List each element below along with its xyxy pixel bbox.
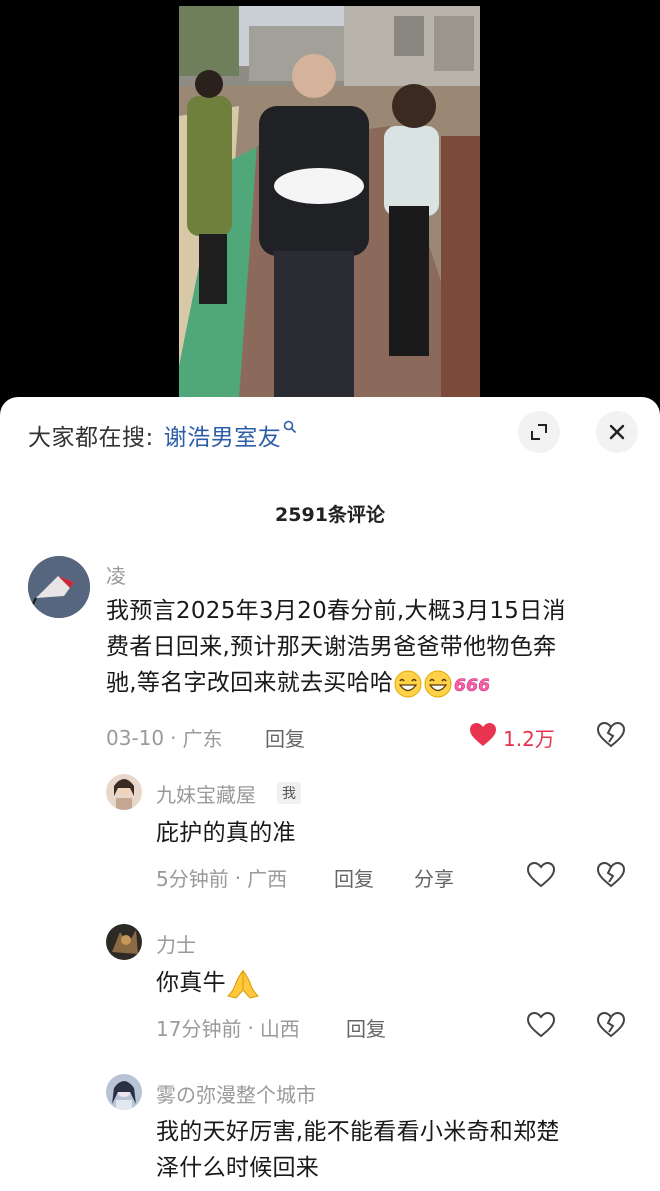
comment-text-line: 我的天好厉害,能不能看看小米奇和郑楚 — [156, 1119, 560, 1145]
comment-username[interactable]: 凌 — [106, 560, 126, 589]
comment-text: 我的天好厉害,能不能看看小米奇和郑楚 泽什么时候回来 — [156, 1114, 646, 1186]
comment-count: 2591条评论 — [275, 504, 385, 526]
comment-text: 我预言2025年3月20春分前,大概3月15日消 费者日回来,预计那天谢浩男爸爸… — [106, 593, 646, 701]
close-button[interactable] — [596, 411, 638, 453]
close-icon — [609, 424, 625, 440]
comment-sheet: 大家都在搜: 谢浩男室友 2591条评论 凌 我预言2025年3月20春分前,大… — [0, 397, 660, 1191]
comment-text-line-content: 驰,等名字改回来就去买哈哈 — [106, 670, 394, 696]
avatar-image — [28, 556, 90, 618]
trending-search[interactable]: 大家都在搜: 谢浩男室友 — [28, 419, 297, 451]
avatar-image — [106, 1074, 142, 1110]
666-emoji: 666 — [454, 675, 489, 696]
me-badge: 我 — [277, 782, 301, 804]
comment-date: 03-10 — [106, 725, 165, 750]
share-button[interactable]: 分享 — [414, 863, 454, 892]
video-player[interactable] — [179, 6, 480, 398]
comment-location: 山西 — [259, 1017, 300, 1041]
broken-heart-icon[interactable] — [597, 722, 625, 748]
avatar[interactable] — [106, 924, 142, 960]
comment-time: 17分钟前 — [156, 1017, 242, 1041]
comment-username[interactable]: 九妹宝藏屋 — [156, 779, 256, 808]
broken-heart-icon[interactable] — [597, 862, 625, 888]
comment-meta: 03-10 · 广东 — [106, 723, 222, 752]
comment-text-line: 费者日回来,预计那天谢浩男爸爸带他物色奔 — [106, 634, 557, 660]
comment-time: 5分钟前 — [156, 867, 229, 891]
heart-icon[interactable] — [527, 1012, 555, 1038]
comment-username[interactable]: 力士 — [156, 929, 196, 958]
comment-text-line: 我预言2025年3月20春分前,大概3月15日消 — [106, 598, 566, 624]
expand-button[interactable] — [518, 411, 560, 453]
avatar[interactable] — [106, 1074, 142, 1110]
search-icon — [283, 420, 297, 434]
comment-text-line: 驰,等名字改回来就去买哈哈 666 — [106, 665, 646, 701]
heart-icon[interactable] — [469, 722, 497, 748]
comment-location: 广西 — [247, 867, 288, 891]
broken-heart-icon[interactable] — [597, 1012, 625, 1038]
comment-text: 你真牛 — [156, 965, 260, 1001]
avatar-image — [106, 924, 142, 960]
video-frame — [179, 6, 480, 398]
reply-button[interactable]: 回复 — [334, 863, 374, 892]
comment-text-content: 你真牛 — [156, 970, 226, 996]
heart-icon[interactable] — [527, 862, 555, 888]
comment-username[interactable]: 雾の弥漫整个城市 — [156, 1079, 316, 1108]
comment-meta: 17分钟前 · 山西 — [156, 1013, 300, 1042]
avatar-image — [106, 774, 142, 810]
avatar[interactable] — [106, 774, 142, 810]
reply-button[interactable]: 回复 — [265, 723, 305, 752]
grin-emoji — [424, 670, 452, 697]
comment-text: 庇护的真的准 — [156, 820, 296, 846]
svg-text:666: 666 — [454, 676, 489, 696]
pray-emoji — [226, 969, 259, 999]
comment-meta: 5分钟前 · 广西 — [156, 863, 287, 892]
avatar[interactable] — [28, 556, 90, 618]
trending-search-prefix: 大家都在搜: — [28, 425, 154, 451]
trending-search-term[interactable]: 谢浩男室友 — [164, 418, 282, 452]
comment-location: 广东 — [182, 727, 223, 751]
expand-icon — [531, 424, 547, 440]
comment-text-line: 泽什么时候回来 — [156, 1155, 320, 1181]
grin-emoji — [394, 670, 422, 697]
like-count: 1.2万 — [503, 727, 555, 751]
reply-button[interactable]: 回复 — [346, 1013, 386, 1042]
